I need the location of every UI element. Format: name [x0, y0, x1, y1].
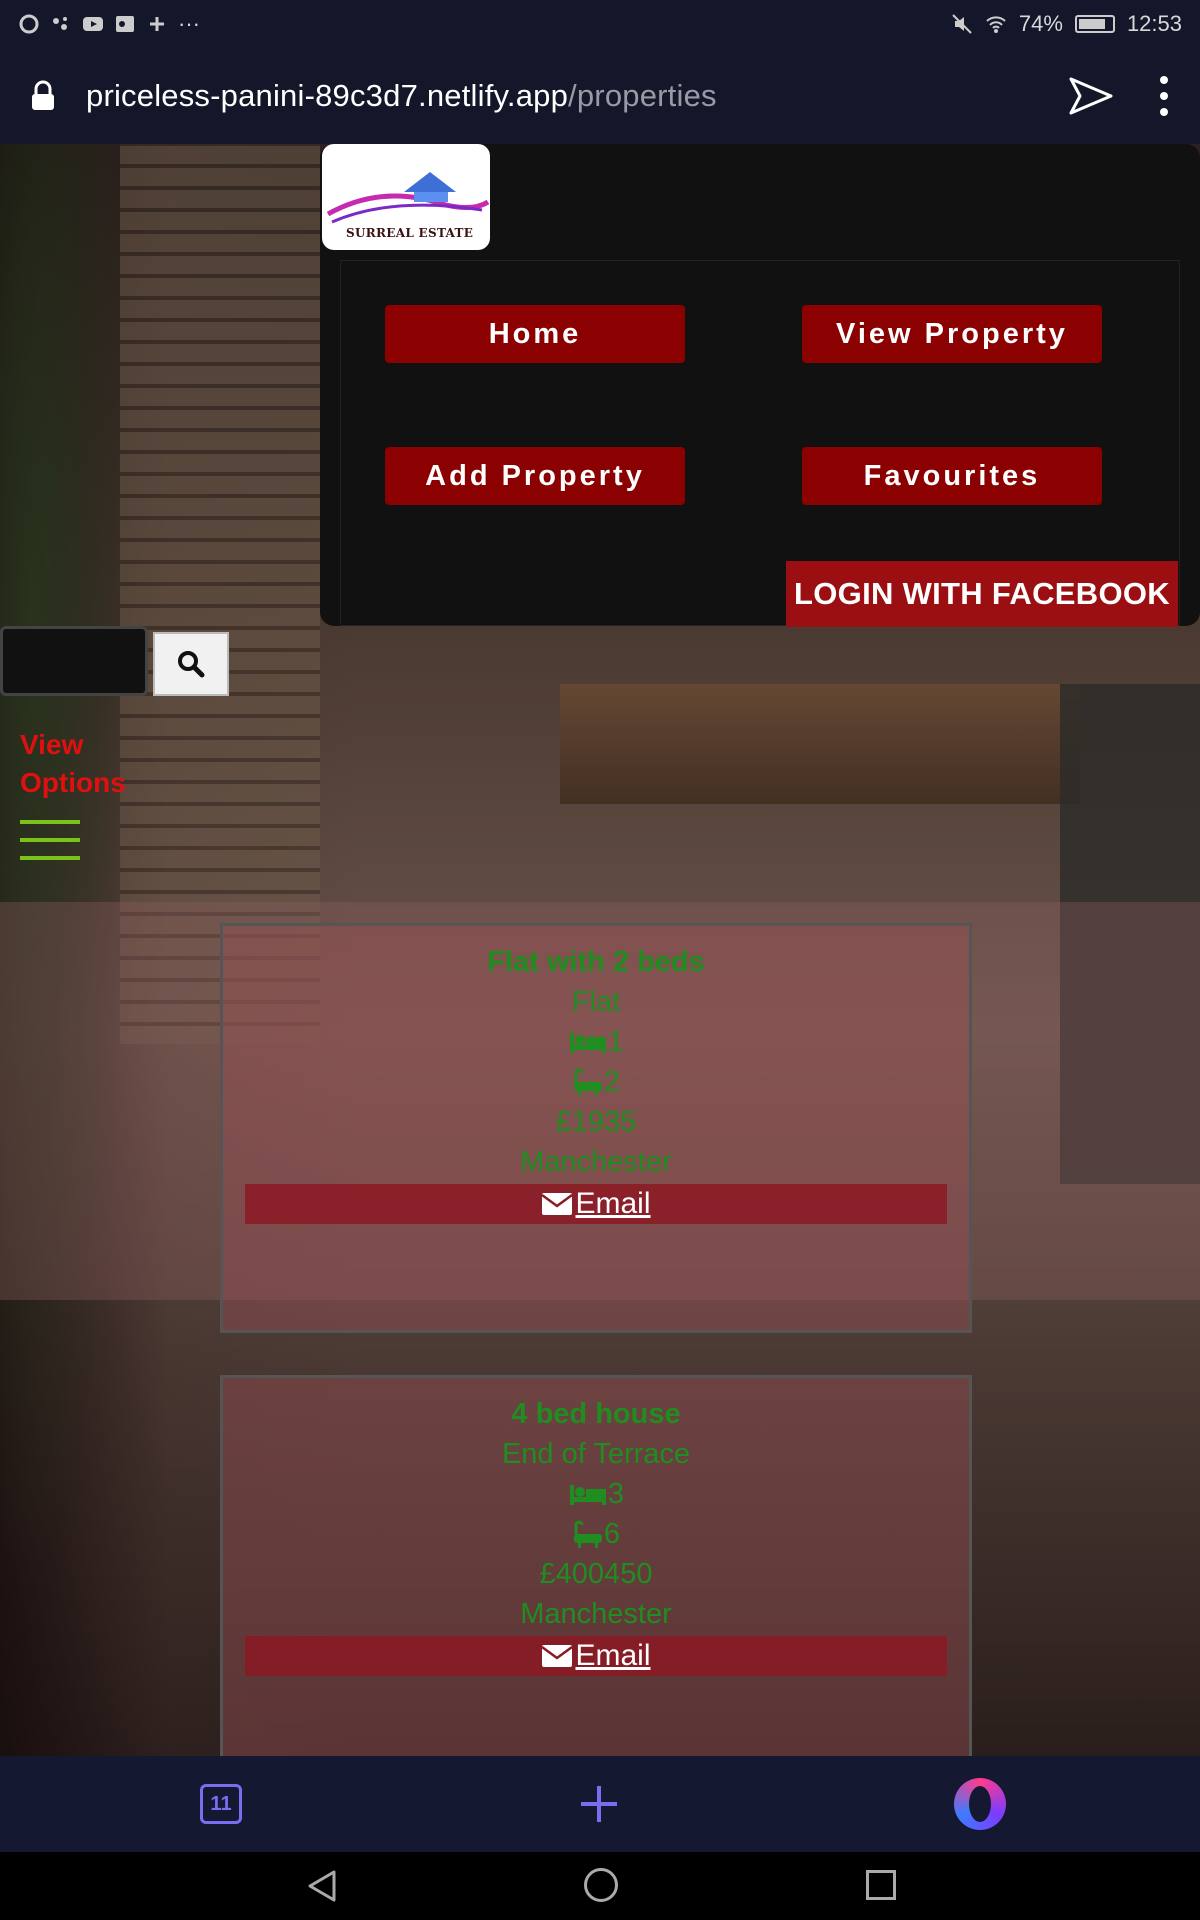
envelope-icon — [541, 1645, 574, 1667]
site-logo[interactable]: SURREAL ESTATE — [322, 144, 490, 250]
property-title: 4 bed house — [511, 1398, 681, 1430]
home-nav-icon[interactable] — [584, 1868, 618, 1902]
property-city: Manchester — [520, 1598, 672, 1630]
property-card: Flat with 2 beds Flat 1 2 £1935 Manchest… — [220, 923, 972, 1333]
property-bedrooms: 1 — [223, 1022, 969, 1062]
property-type: End of Terrace — [501, 1438, 691, 1470]
property-bathrooms: 2 — [223, 1062, 969, 1102]
more-notifications: ··· — [178, 11, 200, 36]
battery-icon — [1074, 15, 1115, 33]
bath-icon — [573, 1520, 602, 1549]
opera-status-icon — [19, 14, 39, 34]
email-link[interactable]: Email — [245, 1184, 947, 1224]
property-card: 4 bed house End of Terrace 3 6 £400450 M… — [220, 1375, 972, 1756]
home-button[interactable]: Home — [385, 305, 685, 363]
login-facebook-button[interactable]: LOGIN WITH FACEBOOK — [786, 561, 1178, 627]
notification-icon — [53, 17, 67, 30]
bed-icon — [569, 1033, 606, 1054]
favourites-button[interactable]: Favourites — [802, 447, 1102, 505]
address-bar[interactable]: priceless-panini-89c3d7.netlify.app/prop… — [0, 48, 1200, 144]
nav-panel: SURREAL ESTATE Home View Property Add Pr… — [320, 144, 1200, 627]
email-label: Email — [575, 1639, 651, 1672]
add-property-button[interactable]: Add Property — [385, 447, 685, 505]
lock-icon — [32, 80, 54, 110]
page-content: SURREAL ESTATE Home View Property Add Pr… — [0, 144, 1200, 1756]
property-price: £400450 — [539, 1558, 653, 1590]
email-label: Email — [575, 1187, 651, 1220]
opera-menu-icon[interactable] — [954, 1778, 1006, 1830]
url-host: priceless-panini-89c3d7.netlify.app — [86, 78, 569, 113]
bedrooms-count: 1 — [607, 1026, 625, 1058]
overflow-menu-icon[interactable] — [1160, 76, 1170, 116]
tabs-icon[interactable]: 11 — [200, 1784, 242, 1824]
mute-icon — [952, 14, 972, 34]
android-nav-bar — [0, 1852, 1200, 1920]
back-icon[interactable] — [304, 1868, 340, 1904]
recents-icon[interactable] — [866, 1870, 896, 1900]
envelope-icon — [541, 1193, 574, 1215]
bath-icon — [573, 1068, 602, 1097]
property-title: Flat with 2 beds — [487, 946, 705, 978]
bathrooms-count: 2 — [603, 1066, 621, 1098]
search-button[interactable] — [153, 632, 229, 696]
bathrooms-count: 6 — [603, 1518, 621, 1550]
status-bar: ··· 74% 12:53 — [0, 0, 1200, 48]
view-property-button[interactable]: View Property — [802, 305, 1102, 363]
logo-text: SURREAL ESTATE — [346, 226, 474, 240]
hamburger-menu-icon[interactable] — [20, 820, 80, 860]
status-left-icons: ··· — [18, 11, 200, 37]
view-options-label[interactable]: View Options — [20, 726, 140, 802]
clock: 12:53 — [1126, 11, 1182, 36]
property-bathrooms: 6 — [223, 1514, 969, 1554]
new-tab-plus-icon[interactable] — [577, 1782, 621, 1826]
background-loft — [560, 684, 1080, 804]
bedrooms-count: 3 — [607, 1478, 625, 1510]
property-type: Flat — [571, 986, 621, 1018]
outlook-icon — [116, 16, 134, 32]
search-icon — [178, 651, 205, 678]
url-text[interactable]: priceless-panini-89c3d7.netlify.app/prop… — [86, 78, 717, 114]
property-city: Manchester — [520, 1146, 672, 1178]
wifi-icon — [986, 16, 1006, 33]
email-link[interactable]: Email — [245, 1636, 947, 1676]
search-input[interactable] — [0, 626, 148, 696]
property-price: £1935 — [555, 1106, 637, 1138]
youtube-icon — [83, 17, 103, 31]
nav-grid: Home View Property Add Property Favourit… — [340, 260, 1180, 627]
property-bedrooms: 3 — [223, 1474, 969, 1514]
browser-bottom-bar: 11 — [0, 1756, 1200, 1852]
battery-percent: 74% — [1018, 11, 1063, 36]
status-right: 74% 12:53 — [951, 11, 1182, 37]
url-path: /properties — [568, 78, 717, 113]
slack-icon — [150, 17, 164, 31]
send-icon[interactable] — [1068, 76, 1114, 116]
bed-icon — [569, 1485, 606, 1506]
